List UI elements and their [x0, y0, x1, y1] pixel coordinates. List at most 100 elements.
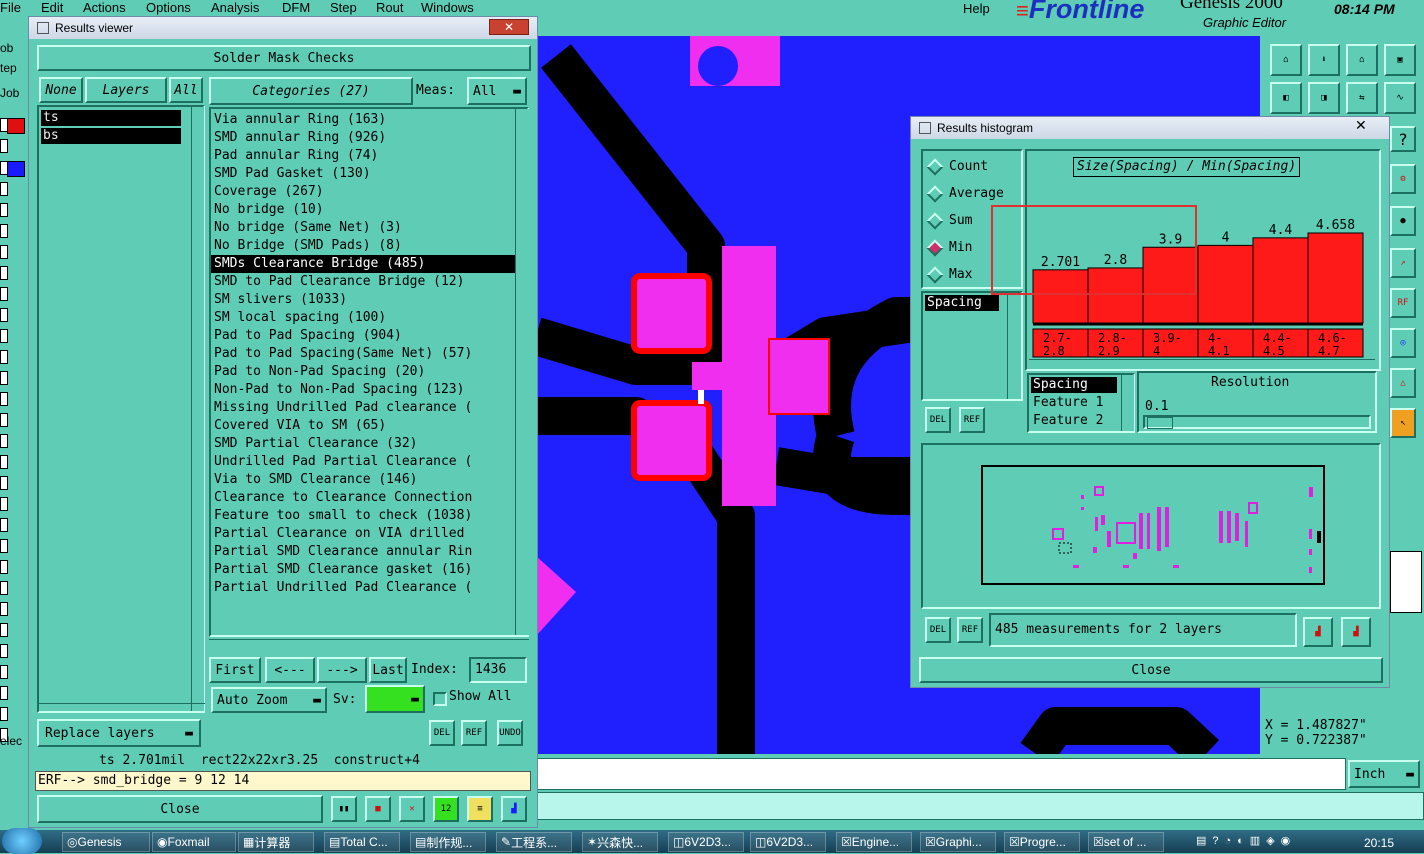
toolbar-histogram-icon[interactable]: ▟: [501, 796, 527, 822]
category-item[interactable]: Partial SMD Clearance annular Rin: [211, 543, 527, 561]
left-layer-toggle[interactable]: [0, 139, 8, 153]
first-button[interactable]: First: [209, 657, 261, 683]
chart-hscrollbar[interactable]: [1029, 359, 1375, 368]
taskbar-item-engsys[interactable]: ✎ 工程系...: [496, 832, 572, 852]
taskbar-item-totalcmd[interactable]: ▤ Total C...: [324, 832, 400, 852]
menu-windows[interactable]: Windows: [421, 0, 474, 15]
attr-item-spacing[interactable]: Spacing: [1031, 377, 1117, 393]
toolbar-down-icon[interactable]: ⬇: [1308, 44, 1340, 76]
export-chart-icon[interactable]: ▟: [1303, 617, 1333, 647]
left-layer-toggle[interactable]: [0, 476, 8, 490]
toolbar-house-icon[interactable]: ⌂: [1346, 44, 1378, 76]
sv-color-select[interactable]: ▬: [365, 685, 425, 713]
histogram-bar[interactable]: [1307, 232, 1364, 324]
toolbar-shapes-icon[interactable]: ◎: [1390, 328, 1416, 358]
category-item[interactable]: Partial Undrilled Pad Clearance (: [211, 579, 527, 597]
left-layer-toggle[interactable]: [0, 518, 8, 532]
slider-thumb[interactable]: [1147, 417, 1173, 429]
menu-actions[interactable]: Actions: [83, 0, 126, 15]
histogram-close-button[interactable]: Close: [919, 657, 1383, 683]
category-list-scrollbar[interactable]: [515, 109, 531, 635]
left-layer-toggle[interactable]: [0, 371, 8, 385]
toolbar-bars-icon[interactable]: ▮▮: [331, 796, 357, 822]
taskbar-item-xingsen[interactable]: ✶ 兴森快...: [582, 832, 658, 852]
resolution-slider[interactable]: [1143, 415, 1371, 429]
close-icon[interactable]: ✕: [1355, 117, 1367, 134]
attr-item-feature2[interactable]: Feature 2: [1033, 413, 1103, 428]
category-item[interactable]: Coverage (267): [211, 183, 527, 201]
left-layer-toggle[interactable]: [0, 707, 8, 721]
start-button[interactable]: [2, 828, 42, 854]
category-item[interactable]: Missing Undrilled Pad clearance (: [211, 399, 527, 417]
left-layer-toggle[interactable]: [0, 308, 8, 322]
category-item[interactable]: Undrilled Pad Partial Clearance (: [211, 453, 527, 471]
layers-button[interactable]: Layers: [85, 77, 167, 103]
category-item[interactable]: Partial SMD Clearance gasket (16): [211, 561, 527, 579]
index-input[interactable]: 1436: [469, 657, 527, 683]
taskbar-item-setof[interactable]: ☒ set of ...: [1088, 832, 1164, 852]
last-button[interactable]: Last: [369, 657, 407, 683]
category-item[interactable]: SMD to Pad Clearance Bridge (12): [211, 273, 527, 291]
category-item[interactable]: SM slivers (1033): [211, 291, 527, 309]
toolbar-red-icon[interactable]: ■: [365, 796, 391, 822]
command-input[interactable]: [536, 758, 1346, 790]
board-preview[interactable]: [981, 465, 1325, 585]
toolbar-left-icon[interactable]: ◧: [1270, 82, 1302, 114]
preview-del-button[interactable]: DEL: [925, 617, 951, 643]
layers-all-button[interactable]: All: [169, 77, 203, 103]
category-item[interactable]: Non-Pad to Non-Pad Spacing (123): [211, 381, 527, 399]
menu-help[interactable]: Help: [963, 1, 990, 16]
taskbar-item-6v2d3a[interactable]: ◫ 6V2D3...: [668, 832, 744, 852]
toolbar-notes-icon[interactable]: ≡: [467, 796, 493, 822]
histogram-del-button[interactable]: DEL: [925, 407, 951, 433]
toolbar-right-icon[interactable]: ◨: [1308, 82, 1340, 114]
menu-dfm[interactable]: DFM: [282, 0, 310, 15]
category-item[interactable]: Pad to Pad Spacing (904): [211, 327, 527, 345]
left-layer-toggle[interactable]: [0, 182, 8, 196]
menu-edit[interactable]: Edit: [41, 0, 63, 15]
replace-layers-button[interactable]: Replace layers ▬: [37, 719, 201, 747]
menu-options[interactable]: Options: [146, 0, 191, 15]
toolbar-window-icon[interactable]: ▣: [1384, 44, 1416, 76]
left-layer-toggle[interactable]: [0, 560, 8, 574]
layer-color-blue[interactable]: [7, 161, 25, 177]
histogram-bar[interactable]: [1252, 237, 1309, 324]
taskbar-item-6v2d3b[interactable]: ◫ 6V2D3...: [750, 832, 826, 852]
left-layer-toggle[interactable]: [0, 224, 8, 238]
left-layer-toggle[interactable]: [0, 287, 8, 301]
category-item[interactable]: No bridge (Same Net) (3): [211, 219, 527, 237]
histogram-ref-button[interactable]: REF: [959, 407, 985, 433]
del-button[interactable]: DEL: [429, 720, 455, 746]
categories-button[interactable]: Categories (27): [209, 77, 413, 105]
print-chart-icon[interactable]: ▟: [1341, 617, 1371, 647]
results-viewer-close-button[interactable]: Close: [37, 795, 323, 823]
left-layer-toggle[interactable]: [0, 161, 8, 175]
close-icon[interactable]: ✕: [489, 19, 529, 35]
prev-button[interactable]: <---: [265, 657, 315, 683]
next-button[interactable]: --->: [317, 657, 367, 683]
menu-file[interactable]: File: [0, 0, 21, 15]
taskbar-item-engine[interactable]: ☒ Engine...: [836, 832, 912, 852]
category-item[interactable]: Via to SMD Clearance (146): [211, 471, 527, 489]
toolbar-tool-icon[interactable]: ⚙: [1390, 164, 1416, 194]
left-layer-toggle[interactable]: [0, 686, 8, 700]
category-item[interactable]: Via annular Ring (163): [211, 111, 527, 129]
category-item[interactable]: Partial Clearance on VIA drilled: [211, 525, 527, 543]
layer-list-scrollbar[interactable]: [191, 107, 204, 711]
left-layer-toggle[interactable]: [0, 329, 8, 343]
toolbar-curve-icon[interactable]: ↗: [1390, 248, 1416, 278]
category-item[interactable]: Pad to Pad Spacing(Same Net) (57): [211, 345, 527, 363]
left-layer-toggle[interactable]: [0, 118, 8, 132]
ref-button[interactable]: REF: [461, 720, 487, 746]
taskbar-item-genesis[interactable]: ◎ Genesis: [62, 832, 150, 852]
measure-item-spacing[interactable]: Spacing: [925, 295, 999, 311]
histogram-bar[interactable]: [1197, 244, 1254, 324]
left-layer-toggle[interactable]: [0, 455, 8, 469]
mode-average-radio[interactable]: Average: [923, 180, 1021, 207]
toolbar-home-icon[interactable]: ⌂: [1270, 44, 1302, 76]
category-item[interactable]: SMD Partial Clearance (32): [211, 435, 527, 453]
category-item[interactable]: Clearance to Clearance Connection: [211, 489, 527, 507]
category-item[interactable]: Covered VIA to SM (65): [211, 417, 527, 435]
category-item[interactable]: Pad annular Ring (74): [211, 147, 527, 165]
attr-list-scrollbar[interactable]: [1121, 375, 1134, 431]
